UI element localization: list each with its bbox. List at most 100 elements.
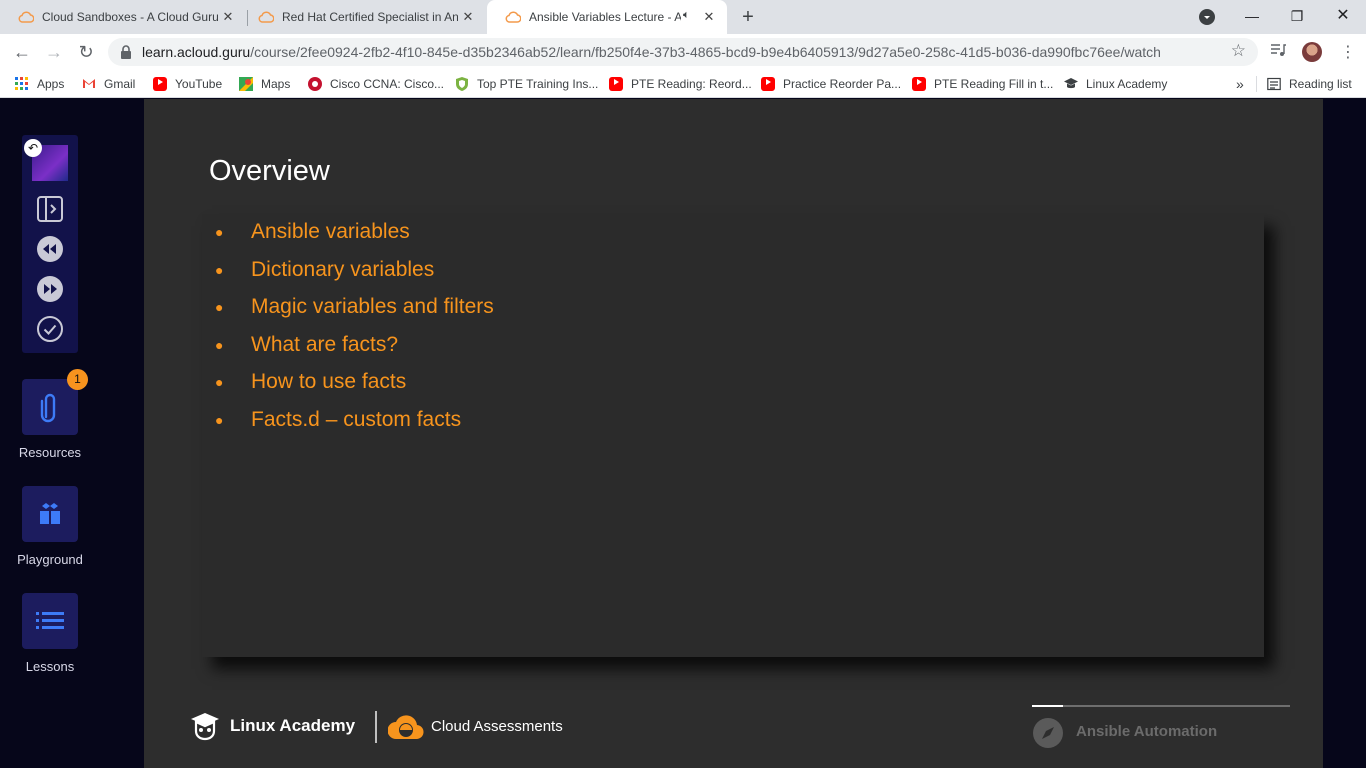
bullet-item: ● What are facts? (212, 333, 494, 371)
bullet-dot: ● (215, 261, 224, 278)
lessons-label: Lessons (25, 659, 75, 674)
bookmark-apps[interactable]: Apps (15, 76, 64, 92)
bullet-item: ● Facts.d – custom facts (212, 408, 494, 446)
bullet-item: ● Magic variables and filters (212, 295, 494, 333)
browser-tab-red-hat[interactable]: Red Hat Certified Specialist in An ✕ (240, 0, 486, 34)
bullet-dot: ● (215, 299, 224, 315)
bullet-dot: ● (215, 411, 224, 428)
bookmark-label: PTE Reading: Reord... (631, 77, 752, 91)
bookmarks-bar: Apps Gmail YouTube Maps Cisco CCNA: Cisc… (0, 70, 1366, 98)
bookmark-youtube[interactable]: YouTube (153, 76, 222, 92)
acloudguru-cloud-icon (18, 9, 34, 25)
restore-window-button[interactable]: ❐ (1282, 4, 1312, 28)
bookmark-label: Linux Academy (1086, 77, 1168, 91)
reload-icon[interactable]: ↻ (74, 40, 98, 64)
fast-forward-icon[interactable] (36, 275, 64, 303)
browser-tab-cloud-sandboxes[interactable]: Cloud Sandboxes - A Cloud Guru ✕ (0, 0, 246, 34)
forward-arrow-icon[interactable]: → (42, 40, 66, 64)
close-tab-icon[interactable]: ✕ (460, 9, 476, 25)
page-right-margin (1323, 99, 1366, 768)
acloudguru-cloud-icon (505, 9, 521, 25)
tab-title: Red Hat Certified Specialist in An (282, 10, 458, 24)
course-name: Ansible Automation (1076, 723, 1218, 740)
video-player[interactable]: Overview ● Ansible variables ● Dictionary … (144, 99, 1323, 768)
bookmark-practice-reorder[interactable]: Practice Reorder Pa... (761, 76, 901, 92)
bookmarks-overflow-button[interactable]: » (1236, 76, 1244, 92)
rewind-icon[interactable] (36, 235, 64, 263)
compass-icon (1033, 718, 1063, 748)
bullet-text: What are facts? (251, 332, 399, 356)
toggle-panel-icon[interactable] (36, 195, 64, 223)
bookmark-label: Apps (37, 77, 65, 91)
bookmark-label: Practice Reorder Pa... (783, 77, 902, 91)
cubes-icon (40, 503, 60, 524)
playground-button[interactable] (22, 486, 78, 542)
bullet-item: ● How to use facts (212, 370, 494, 408)
youtube-icon (761, 77, 775, 91)
mark-complete-icon[interactable] (36, 315, 64, 343)
acloudguru-cloud-icon (258, 9, 274, 25)
bookmark-linux-academy[interactable]: Linux Academy (1064, 76, 1167, 92)
tab-title: Ansible Variables Lecture - A (529, 10, 681, 24)
reading-list-label: Reading list (1289, 77, 1352, 91)
lessons-button[interactable] (22, 593, 78, 649)
media-queue-icon[interactable] (1270, 42, 1286, 62)
bookmark-label: Gmail (104, 77, 136, 91)
player-controls-panel: ↶ (22, 135, 78, 353)
course-progress-bar (1032, 705, 1290, 707)
bullet-dot: ● (215, 374, 224, 390)
bookmark-label: PTE Reading Fill in t... (934, 77, 1054, 91)
youtube-icon (153, 77, 167, 91)
address-bar[interactable]: learn.acloud.guru/course/2fee0924-2fb2-4… (108, 38, 1258, 66)
bookmark-label: Top PTE Training Ins... (477, 77, 599, 91)
list-icon (36, 612, 64, 629)
new-tab-button[interactable]: + (737, 6, 759, 28)
close-tab-icon[interactable]: ✕ (701, 9, 717, 25)
footer-divider (375, 711, 377, 743)
tab-title: Cloud Sandboxes - A Cloud Guru (42, 10, 218, 24)
slide-title: Overview (209, 155, 330, 187)
more-menu-icon[interactable]: ⋮ (1340, 42, 1356, 62)
url-domain: learn.acloud.guru (142, 44, 251, 60)
bullet-text: How to use facts (251, 370, 407, 393)
profile-avatar[interactable] (1302, 42, 1322, 62)
bookmark-pte-reading-reorder[interactable]: PTE Reading: Reord... (609, 76, 752, 92)
bookmark-maps[interactable]: Maps (239, 76, 290, 92)
course-sidebar: ↶ 1 Resources Playground Lessons (0, 99, 144, 768)
reading-list-icon (1267, 77, 1281, 91)
bookmark-cisco-ccna[interactable]: Cisco CCNA: Cisco... (308, 76, 444, 92)
course-progress-fill (1032, 705, 1063, 707)
toolbar-divider (1256, 76, 1257, 92)
owl-graduation-cap-icon (191, 713, 219, 741)
bookmark-label: Cisco CCNA: Cisco... (330, 77, 445, 91)
close-tab-icon[interactable]: ✕ (220, 9, 236, 25)
browser-tab-ansible-variables[interactable]: Ansible Variables Lecture - A 🔈︎ ✕ (487, 0, 727, 34)
slide-content-box: ● Ansible variables ● Dictionary variables… (202, 214, 1264, 657)
bullet-text: Ansible variables (251, 220, 410, 243)
bookmark-top-pte-training[interactable]: Top PTE Training Ins... (455, 76, 598, 92)
bullet-dot: ● (215, 224, 224, 240)
minimize-window-button[interactable]: — (1237, 4, 1267, 28)
back-arrow-icon[interactable]: ← (10, 40, 34, 64)
linux-academy-logo: Linux Academy (190, 709, 355, 743)
bullet-item: ● Ansible variables (212, 220, 494, 258)
resources-label: Resources (18, 445, 82, 460)
tab-search-icon[interactable] (1199, 9, 1215, 25)
playground-label: Playground (17, 552, 83, 567)
bullet-text: Dictionary variables (251, 257, 435, 281)
youtube-icon (912, 77, 926, 91)
bookmark-pte-reading-fill[interactable]: PTE Reading Fill in t... (912, 76, 1053, 92)
audio-playing-icon[interactable]: 🔈︎ (683, 9, 690, 22)
address-url[interactable]: learn.acloud.guru/course/2fee0924-2fb2-4… (142, 44, 1161, 60)
bookmark-gmail[interactable]: Gmail (82, 76, 135, 92)
gmail-icon (82, 77, 96, 91)
lock-icon (120, 45, 132, 59)
reading-list-button[interactable]: Reading list (1267, 76, 1352, 92)
browser-toolbar: ← → ↻ learn.acloud.guru/course/2fee0924-… (0, 34, 1366, 70)
close-window-button[interactable]: ✕ (1328, 4, 1358, 28)
cisco-icon (308, 77, 322, 91)
apps-grid-icon (15, 77, 29, 91)
back-to-course-icon[interactable]: ↶ (24, 139, 42, 157)
bookmark-star-icon[interactable]: ☆ (1231, 41, 1246, 61)
linux-academy-brand: Linux Academy (230, 716, 356, 735)
